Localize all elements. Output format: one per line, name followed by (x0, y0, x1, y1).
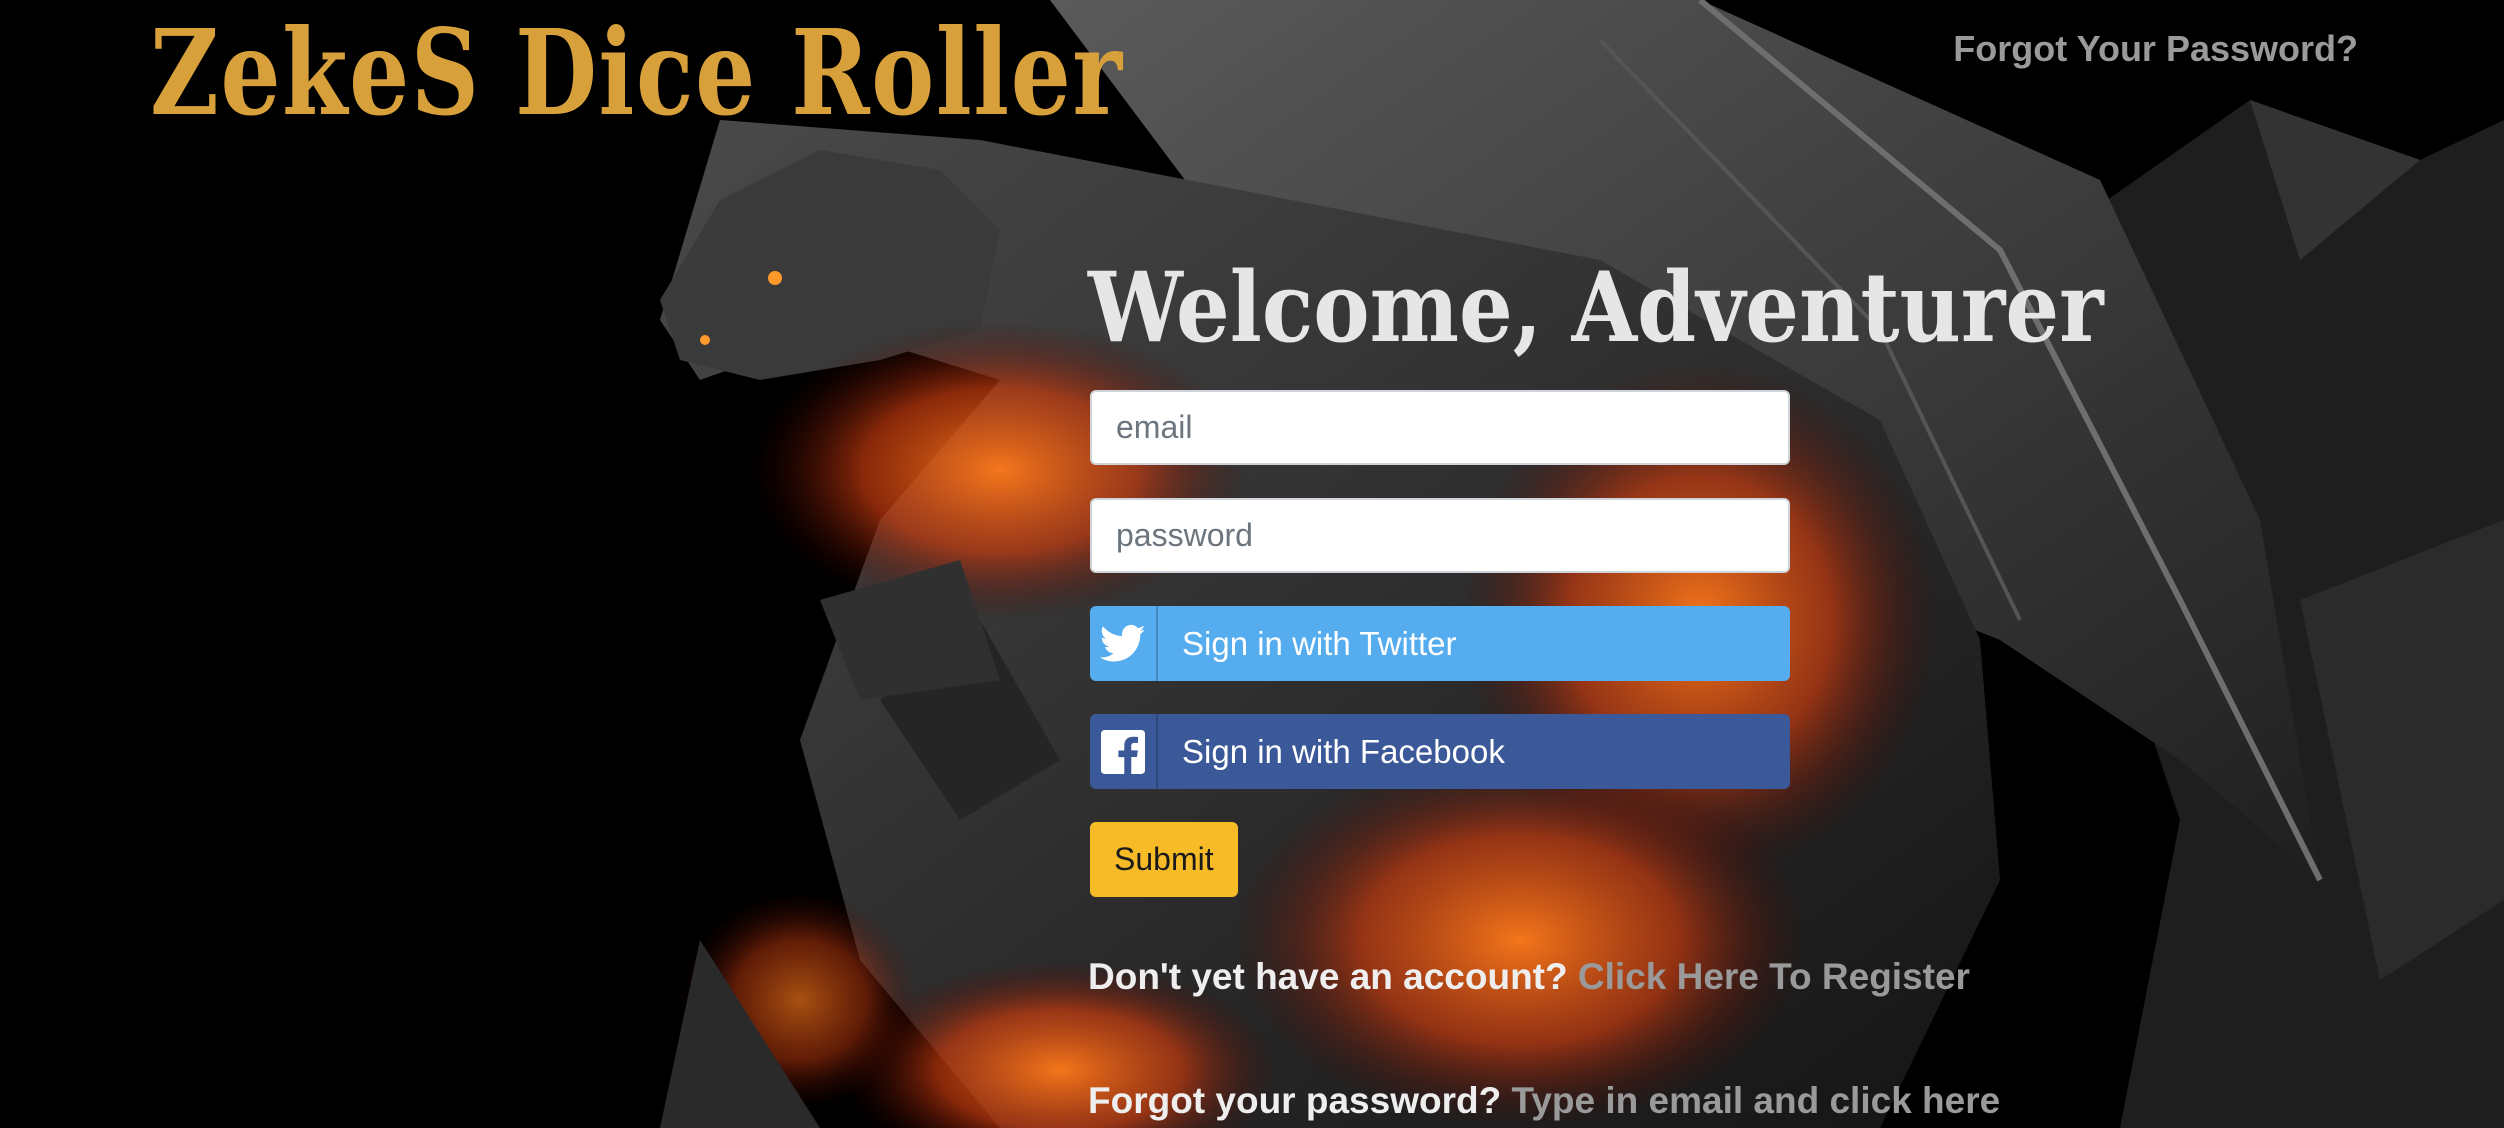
site-title: ZekeS Dice Roller (150, 3, 1124, 142)
facebook-f-icon (1090, 714, 1158, 789)
register-link[interactable]: Click Here To Register (1578, 956, 1970, 997)
forgot-password-header-link[interactable]: Forgot Your Password? (1953, 28, 2358, 70)
login-form: Welcome, Adventurer Sign in with Twitter… (1088, 251, 2104, 897)
forgot-password-link[interactable]: Type in email and click here (1511, 1080, 2000, 1121)
forgot-password-prompt: Forgot your password? (1088, 1080, 1502, 1121)
submit-button[interactable]: Submit (1090, 822, 1238, 897)
forgot-password-line: Forgot your password? Type in email and … (1088, 1080, 2000, 1122)
password-field[interactable] (1090, 498, 1790, 573)
facebook-signin-button[interactable]: Sign in with Facebook (1090, 714, 1790, 789)
register-prompt: Don't yet have an account? (1088, 956, 1568, 997)
facebook-signin-label: Sign in with Facebook (1182, 732, 1505, 770)
twitter-signin-label: Sign in with Twitter (1182, 624, 1457, 662)
email-field[interactable] (1090, 390, 1790, 465)
twitter-signin-button[interactable]: Sign in with Twitter (1090, 606, 1790, 681)
register-line: Don't yet have an account? Click Here To… (1088, 956, 1970, 998)
twitter-bird-icon (1090, 606, 1158, 681)
welcome-heading: Welcome, Adventurer (1088, 251, 2104, 364)
